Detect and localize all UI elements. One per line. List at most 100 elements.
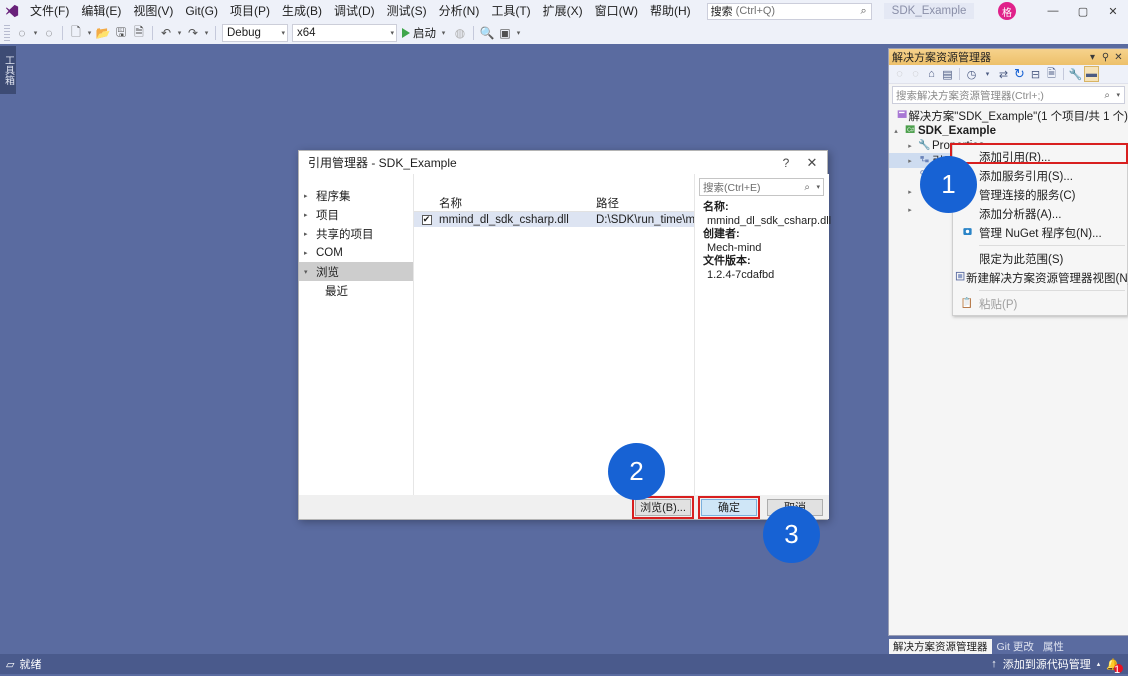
browse-button[interactable]: 浏览(B)...: [632, 495, 694, 519]
tree-item-project[interactable]: ▴ C# SDK_Example: [889, 123, 1128, 138]
dialog-category-list: ▸ 程序集 ▸ 项目 ▸ 共享的项目 ▸ COM ▾ 浏览 最近: [299, 174, 414, 497]
toolbox-tab[interactable]: 工具箱: [0, 46, 16, 94]
navigate-forward-icon[interactable]: ◌: [40, 24, 58, 42]
dialog-close-button[interactable]: ✕: [797, 155, 827, 171]
navigate-back-icon[interactable]: ◌: [13, 24, 31, 42]
sync-with-active-document-icon[interactable]: ⇄: [996, 66, 1011, 82]
menu-project[interactable]: 项目(P): [224, 0, 276, 22]
expander-icon[interactable]: ▸: [903, 157, 917, 165]
menu-test[interactable]: 测试(S): [381, 0, 433, 22]
save-icon[interactable]: 🖫: [112, 24, 130, 42]
context-menu-item-label: 添加服务引用(S)...: [979, 170, 1073, 183]
home-icon[interactable]: ⌂: [924, 66, 939, 82]
menu-view[interactable]: 视图(V): [127, 0, 179, 22]
context-menu-item-new-solution-explorer-view[interactable]: 新建解决方案资源管理器视图(N): [953, 268, 1128, 287]
expander-icon[interactable]: ▸: [903, 206, 917, 214]
properties-wrench-icon[interactable]: 🔧: [1068, 66, 1083, 82]
account-avatar[interactable]: 格: [998, 2, 1016, 20]
header-name-col: 名称: [439, 198, 462, 210]
menu-bar: 文件(F) 编辑(E) 视图(V) Git(G) 项目(P) 生成(B) 调试(…: [0, 0, 1128, 22]
tree-item-solution[interactable]: 解决方案"SDK_Example"(1 个项目/共 1 个): [889, 108, 1128, 123]
undo-icon[interactable]: ↶: [157, 24, 175, 42]
dialog-search-input[interactable]: 搜索(Ctrl+E) ⌕ ▾: [699, 178, 824, 196]
chevron-down-icon[interactable]: ▾: [1116, 91, 1120, 99]
chevron-down-icon[interactable]: ▾: [816, 183, 820, 191]
chevron-up-icon[interactable]: ▴: [1097, 660, 1101, 668]
help-button[interactable]: ?: [775, 156, 797, 170]
chevron-down-icon[interactable]: ▾: [1086, 52, 1099, 63]
close-button[interactable]: ✕: [1098, 0, 1128, 22]
reference-row[interactable]: ✔ mmind_dl_sdk_csharp.dll D:\SDK\run_tim…: [414, 212, 694, 227]
context-menu-item-add-analyzer[interactable]: 添加分析器(A)...: [953, 204, 1127, 223]
pending-changes-icon[interactable]: ◷: [964, 66, 979, 82]
refresh-icon[interactable]: ↻: [1012, 66, 1027, 82]
category-recent[interactable]: 最近: [299, 281, 413, 300]
category-projects[interactable]: ▸ 项目: [299, 205, 413, 224]
menu-help[interactable]: 帮助(H): [644, 0, 697, 22]
reference-checkbox[interactable]: ✔: [414, 214, 439, 225]
switch-views-icon[interactable]: ▤: [940, 66, 955, 82]
open-file-icon[interactable]: 📂: [94, 24, 112, 42]
context-menu-item-manage-nuget[interactable]: 管理 NuGet 程序包(N)...: [953, 223, 1127, 242]
back-dropdown-icon[interactable]: ▾: [31, 29, 40, 37]
menu-git[interactable]: Git(G): [179, 0, 224, 22]
menu-build[interactable]: 生成(B): [276, 0, 328, 22]
save-all-icon[interactable]: 🗎: [130, 24, 148, 42]
menu-debug[interactable]: 调试(D): [328, 0, 381, 22]
solution-explorer-search-input[interactable]: 搜索解决方案资源管理器(Ctrl+;) ⌕ ▾: [892, 86, 1125, 104]
quick-search-input[interactable]: 搜索 (Ctrl+Q) ⌕: [706, 2, 872, 20]
minimize-button[interactable]: —: [1038, 0, 1068, 22]
solution-platform-select[interactable]: x64 ▾: [292, 24, 397, 42]
solution-configuration-select[interactable]: Debug ▾: [222, 24, 288, 42]
pin-icon[interactable]: ⚲: [1099, 52, 1112, 63]
bottom-tab-properties[interactable]: 属性: [1039, 639, 1068, 654]
category-assemblies[interactable]: ▸ 程序集: [299, 186, 413, 205]
select-element-icon[interactable]: 🔍: [478, 24, 496, 42]
context-menu-separator: [979, 290, 1125, 291]
ok-button[interactable]: 确定: [698, 495, 760, 519]
live-visual-tree-icon[interactable]: ▣: [496, 24, 514, 42]
category-com[interactable]: ▸ COM: [299, 243, 413, 262]
show-all-files-icon[interactable]: 🗎: [1044, 66, 1059, 82]
menu-edit[interactable]: 编辑(E): [75, 0, 127, 22]
expander-icon[interactable]: ▸: [903, 188, 917, 196]
menu-file[interactable]: 文件(F): [24, 0, 75, 22]
chevron-down-icon[interactable]: ▾: [980, 66, 995, 82]
menu-window[interactable]: 窗口(W): [589, 0, 644, 22]
maximize-button[interactable]: ▢: [1068, 0, 1098, 22]
category-browse[interactable]: ▾ 浏览: [299, 262, 413, 281]
close-icon[interactable]: ✕: [1112, 52, 1125, 63]
context-menu-item-scope-to-this[interactable]: 限定为此范围(S): [953, 249, 1127, 268]
menu-analyze[interactable]: 分析(N): [433, 0, 486, 22]
reference-path: D:\SDK\run_time\m...: [596, 213, 694, 226]
expander-icon[interactable]: ▴: [889, 127, 903, 135]
context-menu-item-add-service-reference[interactable]: 添加服务引用(S)...: [953, 166, 1127, 185]
start-dropdown-icon[interactable]: ▾: [439, 29, 448, 37]
standard-toolbar: ◌ ▾ ◌ 🗋 ▾ 📂 🖫 🗎 ↶ ▾ ↷ ▾ Debug ▾ x64 ▾ 启动…: [0, 22, 1128, 59]
new-project-dropdown-icon[interactable]: ▾: [85, 29, 94, 37]
toolbar-grip[interactable]: [4, 25, 10, 41]
quick-search-hint: (Ctrl+Q): [735, 5, 776, 17]
redo-dropdown-icon[interactable]: ▾: [202, 29, 211, 37]
context-menu-item-manage-connected-services[interactable]: 管理连接的服务(C): [953, 185, 1127, 204]
bottom-tab-solution-explorer[interactable]: 解决方案资源管理器: [889, 639, 992, 654]
context-menu-item-add-reference[interactable]: 添加引用(R)...: [953, 147, 1127, 166]
expander-icon[interactable]: ▸: [903, 142, 917, 150]
detail-value-author: Mech-mind: [707, 241, 762, 254]
new-project-icon[interactable]: 🗋: [67, 24, 85, 42]
add-to-source-control[interactable]: 添加到源代码管理: [1003, 656, 1091, 672]
menu-extensions[interactable]: 扩展(X): [537, 0, 589, 22]
redo-icon[interactable]: ↷: [184, 24, 202, 42]
references-context-menu: 添加引用(R)... 添加服务引用(S)... 管理连接的服务(C) 添加分析器…: [952, 144, 1128, 316]
notifications-icon[interactable]: 🔔 1: [1106, 658, 1123, 676]
undo-dropdown-icon[interactable]: ▾: [175, 29, 184, 37]
start-debug-button[interactable]: 启动 ▾: [399, 25, 451, 41]
preview-selected-items-icon[interactable]: ▬: [1084, 66, 1099, 82]
menu-tools[interactable]: 工具(T): [485, 0, 536, 22]
solution-icon: [896, 109, 909, 123]
toolbar-overflow-icon[interactable]: ▾: [514, 29, 523, 37]
upload-icon: ↑: [991, 658, 997, 670]
bottom-tab-git-changes[interactable]: Git 更改: [993, 639, 1038, 654]
collapse-all-icon[interactable]: ⊟: [1028, 66, 1043, 82]
category-shared-projects[interactable]: ▸ 共享的项目: [299, 224, 413, 243]
